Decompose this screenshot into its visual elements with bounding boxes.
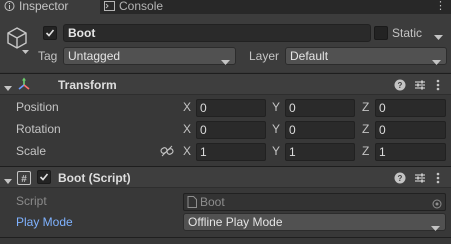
svg-text:?: ? [398, 81, 403, 90]
component-menu-icon[interactable] [431, 77, 445, 93]
chevron-down-icon [431, 220, 440, 236]
script-row: Script Boot [0, 190, 451, 212]
y-axis-label[interactable]: Y [272, 121, 280, 137]
z-axis-label[interactable]: Z [362, 121, 369, 137]
play-mode-label: Play Mode [16, 215, 73, 229]
transform-component-header[interactable]: Transform ? [0, 73, 451, 95]
x-axis-label[interactable]: X [183, 121, 191, 137]
rotation-label: Rotation [16, 122, 61, 136]
presets-icon[interactable] [413, 77, 427, 93]
transform-body: Position X 0 Y 0 Z 0 Rotation X 0 Y 0 Z … [0, 96, 451, 168]
svg-text:?: ? [398, 174, 403, 183]
tab-console[interactable]: Console [100, 0, 190, 14]
foldout-arrow-icon[interactable] [4, 81, 12, 95]
script-enabled-checkbox[interactable] [37, 170, 51, 184]
rotation-row: Rotation X 0 Y 0 Z 0 [0, 118, 451, 140]
help-icon[interactable]: ? [393, 170, 407, 186]
rotation-x-field[interactable]: 0 [196, 121, 266, 139]
z-axis-label[interactable]: Z [362, 143, 369, 159]
position-y-field[interactable]: 0 [285, 99, 355, 117]
y-axis-label[interactable]: Y [272, 143, 280, 159]
tag-dropdown[interactable]: Untagged [63, 47, 236, 65]
console-icon [104, 1, 115, 11]
y-axis-label[interactable]: Y [272, 99, 280, 115]
rotation-y-field[interactable]: 0 [285, 121, 355, 139]
tab-inspector[interactable]: Inspector [0, 0, 100, 14]
script-object-field: Boot [183, 193, 446, 211]
kebab-menu-icon[interactable]: ⋮ [435, 0, 446, 12]
layer-dropdown[interactable]: Default [285, 47, 447, 65]
layer-label: Layer [249, 49, 280, 63]
transform-title: Transform [58, 78, 117, 92]
tag-value: Untagged [68, 49, 121, 63]
scale-z-field[interactable]: 1 [375, 143, 446, 161]
play-mode-value: Offline Play Mode [188, 215, 283, 229]
position-x-field[interactable]: 0 [196, 99, 266, 117]
script-label: Script [16, 194, 47, 208]
csharp-script-icon: # [17, 170, 31, 189]
component-menu-icon[interactable] [431, 170, 445, 186]
static-checkbox[interactable] [374, 26, 388, 40]
help-icon[interactable]: ? [393, 77, 407, 93]
x-axis-label[interactable]: X [183, 99, 191, 115]
scale-x-field[interactable]: 1 [196, 143, 266, 161]
scale-row: Scale X 1 Y 1 Z 1 [0, 140, 451, 162]
position-row: Position X 0 Y 0 Z 0 [0, 96, 451, 118]
rotation-z-field[interactable]: 0 [375, 121, 446, 139]
object-name-input[interactable]: Boot [63, 24, 371, 42]
tab-console-label: Console [119, 0, 164, 13]
cube-dropdown-arrow-icon[interactable] [22, 44, 29, 58]
script-file-icon [187, 196, 197, 212]
divider [0, 237, 451, 238]
tag-label: Tag [38, 49, 58, 63]
play-mode-row: Play Mode Offline Play Mode [0, 211, 451, 233]
tab-bar: Inspector Console ⋮ [0, 0, 451, 14]
x-axis-label[interactable]: X [183, 143, 191, 159]
scale-y-field[interactable]: 1 [285, 143, 355, 161]
chevron-down-icon [221, 54, 230, 70]
position-label: Position [16, 100, 59, 114]
script-body: Script Boot Play Mode Offline Play Mode [0, 189, 451, 244]
presets-icon[interactable] [413, 170, 427, 186]
svg-text:#: # [21, 174, 27, 185]
script-component-title: Boot (Script) [58, 171, 131, 185]
active-checkbox[interactable] [43, 26, 57, 40]
tab-inspector-label: Inspector [19, 0, 69, 13]
static-dropdown-arrow-icon[interactable] [434, 30, 443, 44]
play-mode-dropdown[interactable]: Offline Play Mode [183, 213, 446, 231]
gameobject-header: Boot Static Tag Untagged Layer Default [0, 14, 451, 72]
info-icon [4, 1, 15, 11]
chevron-down-icon [432, 54, 441, 70]
transform-axes-icon [16, 77, 32, 96]
script-component-header[interactable]: # Boot (Script) ? [0, 166, 451, 188]
script-value: Boot [200, 195, 225, 209]
position-z-field[interactable]: 0 [375, 99, 446, 117]
scale-label: Scale [16, 144, 47, 158]
link-constrain-icon[interactable] [160, 145, 174, 160]
layer-value: Default [290, 49, 329, 63]
foldout-arrow-icon[interactable] [4, 174, 12, 188]
z-axis-label[interactable]: Z [362, 99, 369, 115]
static-label: Static [392, 26, 423, 40]
